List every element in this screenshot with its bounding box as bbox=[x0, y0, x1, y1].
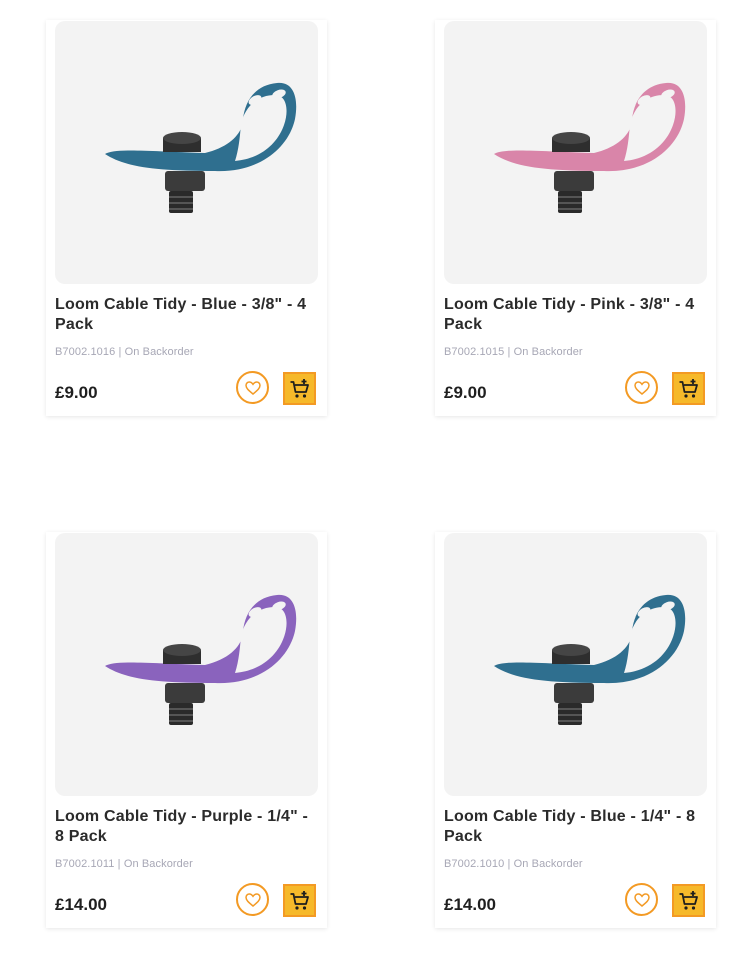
heart-icon bbox=[244, 380, 261, 395]
product-price: £14.00 bbox=[444, 895, 496, 914]
product-sku: B7002.1010 bbox=[444, 858, 505, 870]
product-title[interactable]: Loom Cable Tidy - Purple - 1/4" - 8 Pack bbox=[55, 807, 317, 847]
stock-status: On Backorder bbox=[513, 858, 583, 870]
product-image[interactable] bbox=[55, 533, 318, 796]
cable-tidy-illustration bbox=[494, 82, 686, 213]
product-price: £9.00 bbox=[55, 383, 98, 402]
product-image[interactable] bbox=[55, 21, 318, 284]
product-sku: B7002.1011 bbox=[55, 858, 115, 870]
wishlist-button[interactable] bbox=[236, 883, 269, 916]
add-to-cart-button[interactable] bbox=[672, 884, 705, 917]
heart-icon bbox=[633, 892, 650, 907]
product-title[interactable]: Loom Cable Tidy - Blue - 3/8" - 4 Pack bbox=[55, 295, 317, 335]
product-card[interactable]: Loom Cable Tidy - Blue - 3/8" - 4 Pack B… bbox=[46, 20, 327, 416]
wishlist-button[interactable] bbox=[236, 371, 269, 404]
product-meta: B7002.1011 | On Backorder bbox=[55, 858, 193, 870]
product-image[interactable] bbox=[444, 21, 707, 284]
cable-tidy-illustration bbox=[105, 82, 297, 213]
product-title[interactable]: Loom Cable Tidy - Blue - 1/4" - 8 Pack bbox=[444, 807, 706, 847]
product-image[interactable] bbox=[444, 533, 707, 796]
stock-status: On Backorder bbox=[124, 346, 194, 358]
cable-tidy-illustration bbox=[105, 594, 297, 725]
product-card[interactable]: Loom Cable Tidy - Purple - 1/4" - 8 Pack… bbox=[46, 532, 327, 928]
add-to-cart-button[interactable] bbox=[283, 884, 316, 917]
stock-status: On Backorder bbox=[513, 346, 583, 358]
stock-status: On Backorder bbox=[123, 858, 193, 870]
cart-plus-icon bbox=[679, 890, 698, 910]
heart-icon bbox=[244, 892, 261, 907]
product-meta: B7002.1016 | On Backorder bbox=[55, 346, 194, 358]
heart-icon bbox=[633, 380, 650, 395]
cable-tidy-illustration bbox=[494, 594, 686, 725]
product-price: £9.00 bbox=[444, 383, 487, 402]
product-title[interactable]: Loom Cable Tidy - Pink - 3/8" - 4 Pack bbox=[444, 295, 706, 335]
cart-plus-icon bbox=[290, 378, 309, 398]
product-sku: B7002.1015 bbox=[444, 346, 505, 358]
product-card[interactable]: Loom Cable Tidy - Pink - 3/8" - 4 Pack B… bbox=[435, 20, 716, 416]
product-meta: B7002.1010 | On Backorder bbox=[444, 858, 583, 870]
product-meta: B7002.1015 | On Backorder bbox=[444, 346, 583, 358]
cart-plus-icon bbox=[679, 378, 698, 398]
cart-plus-icon bbox=[290, 890, 309, 910]
product-price: £14.00 bbox=[55, 895, 107, 914]
wishlist-button[interactable] bbox=[625, 883, 658, 916]
product-sku: B7002.1016 bbox=[55, 346, 116, 358]
add-to-cart-button[interactable] bbox=[283, 372, 316, 405]
add-to-cart-button[interactable] bbox=[672, 372, 705, 405]
product-card[interactable]: Loom Cable Tidy - Blue - 1/4" - 8 Pack B… bbox=[435, 532, 716, 928]
wishlist-button[interactable] bbox=[625, 371, 658, 404]
